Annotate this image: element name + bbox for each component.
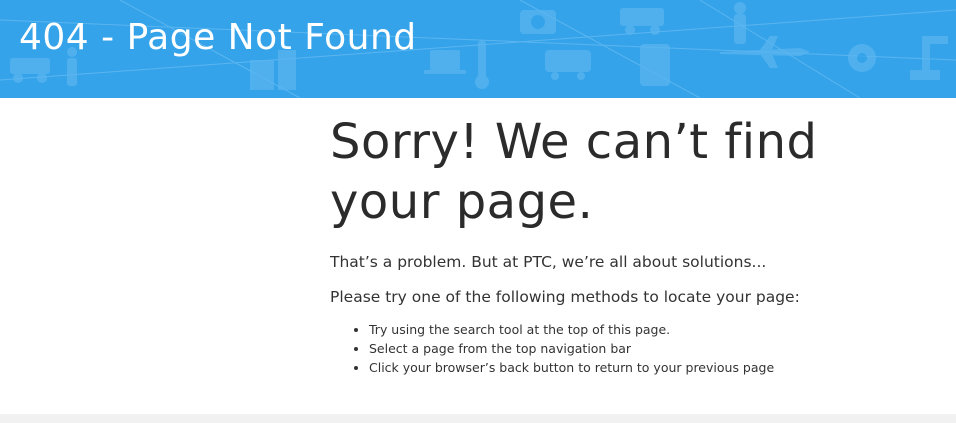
tip-search: Try using the search tool at the top of … bbox=[369, 320, 930, 339]
error-content: Sorry! We can’t find your page. That’s a… bbox=[330, 112, 930, 377]
tip-back-button: Click your browser’s back button to retu… bbox=[369, 358, 930, 377]
tip-navigation: Select a page from the top navigation ba… bbox=[369, 339, 930, 358]
tips-list: Try using the search tool at the top of … bbox=[330, 320, 930, 377]
instructions-text: Please try one of the following methods … bbox=[330, 288, 800, 306]
page-title: 404 - Page Not Found bbox=[19, 17, 417, 58]
headline-line-2: your page. bbox=[330, 174, 594, 230]
error-headline: Sorry! We can’t find your page. bbox=[330, 112, 930, 232]
headline-line-1: Sorry! We can’t find bbox=[330, 114, 818, 170]
footer-divider bbox=[0, 414, 956, 423]
intro-text: That’s a problem. But at PTC, we’re all … bbox=[330, 253, 767, 271]
page-banner: 404 - Page Not Found bbox=[0, 0, 956, 98]
